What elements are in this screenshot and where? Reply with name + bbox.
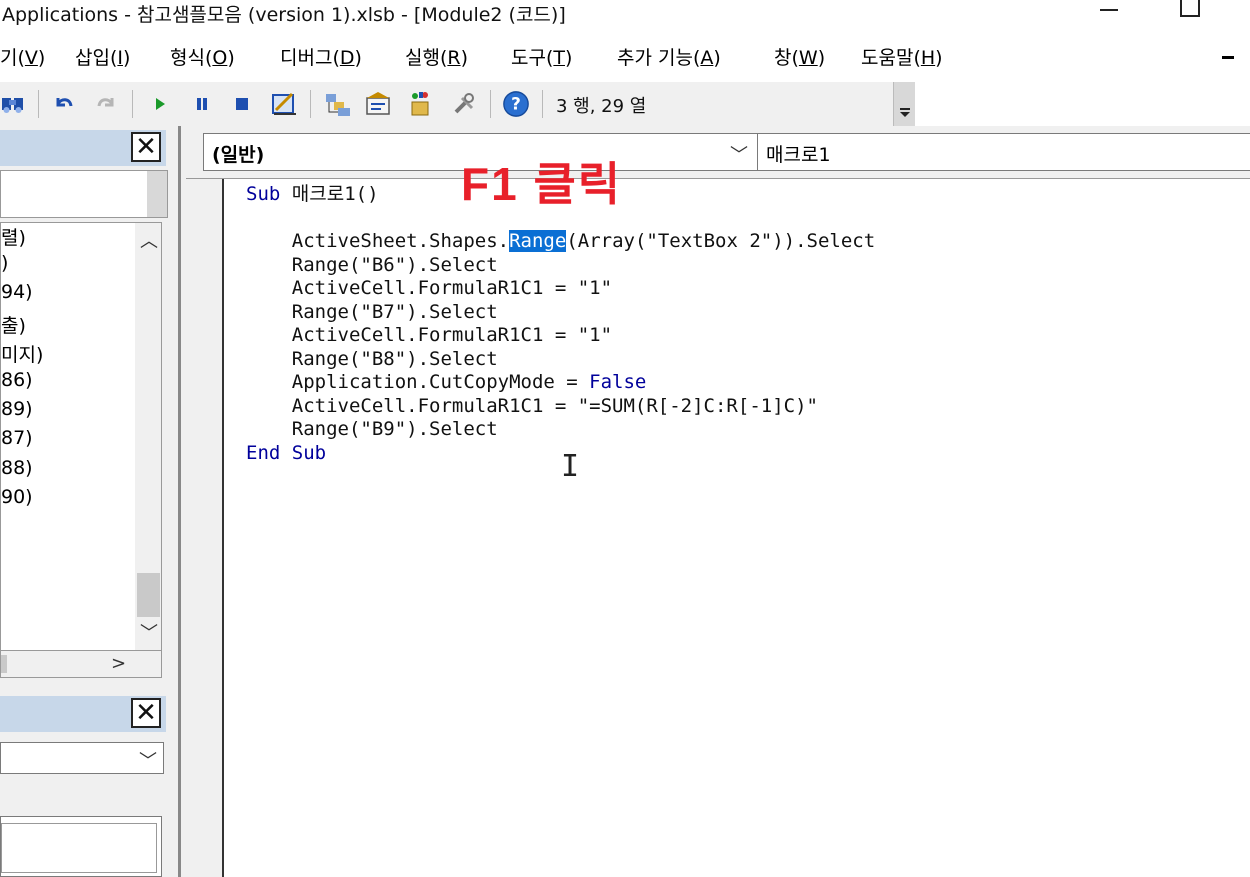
code-token: 매크로1() [280, 183, 379, 205]
project-tree-item[interactable]: ) [1, 252, 8, 274]
toolbox-icon[interactable] [450, 90, 478, 118]
chevron-down-icon: ﹀ [139, 751, 157, 772]
procedure-combo[interactable]: 매크로1 [757, 133, 1250, 171]
project-tree-item[interactable]: 86) [1, 369, 33, 391]
properties-close-button[interactable]: ✕ [131, 698, 161, 728]
code-keyword: False [589, 371, 647, 393]
margin-indicator-bar[interactable] [186, 179, 224, 877]
project-tree-item[interactable]: 렬) [1, 223, 26, 250]
project-explorer-toolbar [0, 170, 168, 218]
title-bar: Applications - 참고샘플모음 (version 1).xlsb -… [0, 0, 1250, 30]
code-line[interactable]: ActiveCell.FormulaR1C1 = "1" [246, 277, 875, 301]
project-tree-item[interactable]: 출) [1, 311, 26, 338]
svg-text:?: ? [511, 94, 521, 114]
scroll-up-icon[interactable]: ︿ [139, 227, 159, 252]
text-cursor-icon: I [561, 449, 580, 484]
menu-item-a[interactable]: 추가 기능(A) [617, 43, 721, 70]
code-line[interactable]: Application.CutCopyMode = False [246, 371, 875, 395]
code-line[interactable]: ActiveCell.FormulaR1C1 = "1" [246, 324, 875, 348]
run-icon[interactable] [146, 90, 174, 118]
code-keyword: Sub [246, 183, 281, 205]
code-editor[interactable]: Sub 매크로1() ActiveSheet.Shapes.Range(Arra… [186, 178, 1250, 877]
toolbar-separator [38, 90, 39, 118]
procedure-combo-value: 매크로1 [766, 144, 831, 166]
scroll-right-icon[interactable]: > [111, 653, 126, 674]
project-explorer-icon[interactable] [324, 90, 352, 118]
object-combo-value: (일반) [212, 144, 265, 166]
standard-toolbar: ? 3 행, 29 열 [0, 82, 915, 126]
menu-item-w[interactable]: 창(W) [774, 43, 825, 70]
code-token: Range("B7").Select [246, 300, 498, 323]
code-line[interactable]: Range("B7").Select [246, 301, 875, 325]
object-browser-icon[interactable] [406, 90, 434, 118]
project-tree-hscroll[interactable]: > [0, 650, 162, 678]
project-tree-vscroll[interactable]: ︿ ﹀ [135, 223, 161, 651]
menu-item-h[interactable]: 도움말(H) [861, 43, 943, 70]
chevron-down-icon: ﹀ [730, 145, 748, 166]
toolbar-separator [542, 90, 543, 118]
project-tree-item[interactable]: 90) [1, 486, 33, 508]
scroll-thumb[interactable] [137, 573, 160, 617]
maximize-button[interactable] [1168, 0, 1208, 24]
code-selection: Range [509, 230, 567, 252]
code-token: Application.CutCopyMode = [246, 371, 590, 393]
code-token: ActiveSheet.Shapes. [246, 230, 510, 252]
annotation-label: F1 클릭 [461, 158, 623, 210]
toolbar-separator [132, 90, 133, 118]
project-explorer-close-button[interactable]: ✕ [131, 132, 161, 162]
reset-icon[interactable] [228, 90, 256, 118]
code-token: ActiveCell.FormulaR1C1 = "=SUM(R[-2]C:R[… [246, 394, 818, 417]
left-dock: ✕ ︿ ﹀ 렬)) 94) 출) 미지) 86) 89) 87) 88) 90) > ✕ ﹀ [0, 126, 178, 877]
break-icon[interactable] [188, 90, 216, 118]
redo-icon[interactable] [92, 90, 120, 118]
code-line[interactable]: Range("B6").Select [246, 254, 875, 278]
cursor-position-status: 3 행, 29 열 [556, 96, 647, 117]
code-line[interactable]: Range("B9").Select [246, 418, 875, 442]
undo-icon[interactable] [50, 90, 78, 118]
code-token: (Array("TextBox 2")).Select [566, 230, 876, 252]
mdi-minimize-button[interactable] [1222, 56, 1234, 59]
menu-bar: 기(V) 삽입(I) 형식(O) 디버그(D) 실행(R) 도구(T) 추가 기능(A) 창(… [0, 38, 1250, 78]
properties-tab-panel [1, 823, 157, 873]
toolbar-separator [310, 90, 311, 118]
project-tree-item[interactable]: 89) [1, 398, 33, 420]
menu-item-d[interactable]: 디버그(D) [280, 43, 362, 70]
code-line[interactable]: Range("B8").Select [246, 348, 875, 372]
properties-icon[interactable] [364, 90, 392, 118]
menu-item-r[interactable]: 실행(R) [405, 43, 468, 70]
project-tree-item[interactable]: 87) [1, 427, 33, 449]
scroll-down-icon[interactable]: ﹀ [139, 619, 159, 644]
code-token: Range("B6").Select [246, 253, 498, 276]
toolbar-separator [490, 90, 491, 118]
help-icon[interactable]: ? [502, 90, 530, 118]
project-tree-item[interactable]: 94) [1, 281, 33, 303]
properties-object-select[interactable]: ﹀ [0, 742, 164, 774]
menu-item-t[interactable]: 도구(T) [511, 43, 572, 70]
properties-grid[interactable] [0, 816, 162, 877]
code-token: ActiveCell.FormulaR1C1 = "1" [246, 324, 613, 346]
code-line[interactable]: ActiveCell.FormulaR1C1 = "=SUM(R[-2]C:R[… [246, 395, 875, 419]
hscroll-thumb[interactable] [1, 655, 7, 673]
design-mode-icon[interactable] [270, 90, 298, 118]
code-line[interactable]: ActiveSheet.Shapes.Range(Array("TextBox … [246, 230, 875, 254]
project-tree-item[interactable]: 88) [1, 457, 33, 479]
window-title: Applications - 참고샘플모음 (version 1).xlsb -… [2, 4, 566, 26]
code-token: Range("B9").Select [246, 418, 498, 440]
minimize-button[interactable] [1092, 0, 1132, 24]
project-toolbar-options-button[interactable] [147, 171, 167, 217]
menu-item-o[interactable]: 형식(O) [170, 43, 235, 70]
find-icon[interactable] [0, 90, 28, 118]
code-text[interactable]: Sub 매크로1() ActiveSheet.Shapes.Range(Arra… [246, 183, 875, 465]
toolbar-options-button[interactable] [893, 82, 915, 126]
project-tree-item[interactable]: 미지) [1, 340, 43, 367]
code-window: (일반) ﹀ 매크로1 Sub 매크로1() ActiveSheet.Shape… [178, 126, 1250, 877]
code-token: ActiveCell.FormulaR1C1 = "1" [246, 277, 613, 299]
code-token: Range("B8").Select [246, 347, 498, 370]
project-tree[interactable]: ︿ ﹀ 렬)) 94) 출) 미지) 86) 89) 87) 88) 90) [0, 222, 162, 652]
menu-item-i[interactable]: 삽입(I) [75, 43, 130, 70]
menu-item-v[interactable]: 기(V) [0, 43, 45, 70]
code-keyword: End Sub [246, 441, 327, 464]
